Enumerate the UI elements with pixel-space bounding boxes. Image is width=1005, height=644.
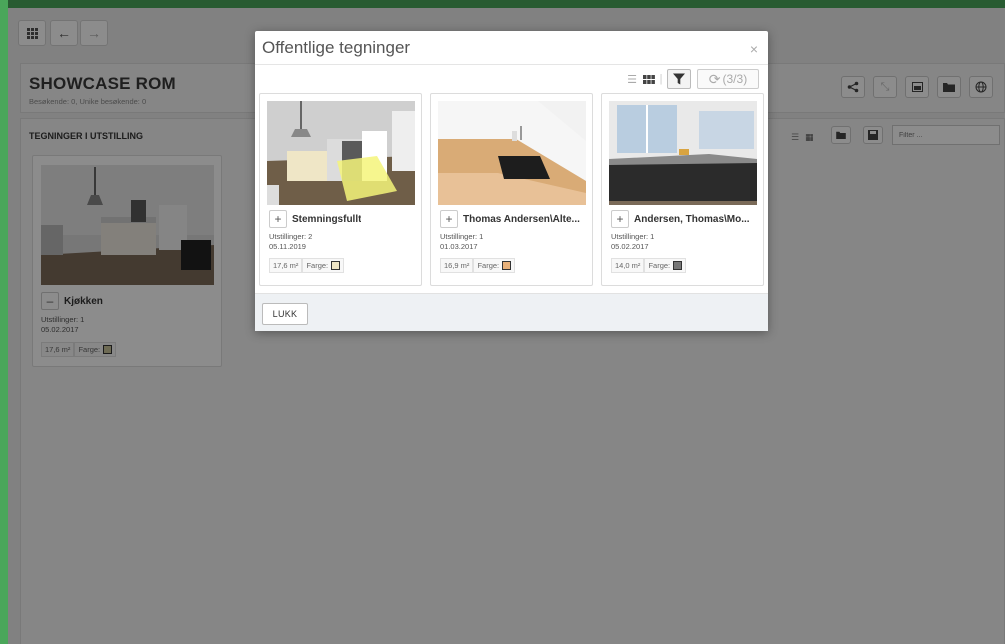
card-name: Thomas Andersen\Alte... — [463, 213, 580, 225]
card-title-row: + Thomas Andersen\Alte... — [440, 210, 580, 228]
area-tag: 14,0 m² — [611, 258, 645, 273]
refresh-button[interactable]: ⟳ (3/3) — [697, 69, 759, 89]
area-value: 16,9 m² — [444, 261, 470, 270]
drawing-card[interactable]: + Andersen, Thomas\Mo... Utstillinger: 1… — [601, 93, 764, 286]
refresh-count: (3/3) — [722, 72, 748, 86]
drawing-card[interactable]: + Thomas Andersen\Alte... Utstillinger: … — [430, 93, 593, 286]
card-tags: 17,6 m² Farge: — [269, 258, 345, 273]
card-name: Stemningsfullt — [292, 213, 362, 225]
exhibitions-count: Utstillinger: 1 — [440, 232, 484, 241]
filter-funnel-icon[interactable] — [667, 69, 691, 89]
exhibitions-count: Utstillinger: 2 — [269, 232, 313, 241]
card-meta: Utstillinger: 2 05.11.2019 — [269, 232, 312, 252]
add-button[interactable]: + — [269, 210, 287, 228]
color-tag: Farge: — [302, 258, 345, 273]
dialog-title: Offentlige tegninger — [262, 38, 411, 57]
card-date: 01.03.2017 — [440, 242, 478, 251]
area-tag: 16,9 m² — [440, 258, 474, 273]
area-value: 14,0 m² — [615, 261, 641, 270]
add-button[interactable]: + — [611, 210, 629, 228]
color-tag: Farge: — [644, 258, 687, 273]
public-drawings-dialog: Offentlige tegninger × ☰ | ⟳ (3/3) + Ste… — [255, 31, 768, 331]
grid-view-icon[interactable] — [641, 69, 657, 89]
card-title-row: + Stemningsfullt — [269, 210, 361, 228]
color-tag: Farge: — [473, 258, 516, 273]
card-tags: 16,9 m² Farge: — [440, 258, 516, 273]
refresh-icon: ⟳ — [708, 70, 721, 87]
add-button[interactable]: + — [440, 210, 458, 228]
card-name: Andersen, Thomas\Mo... — [634, 213, 750, 225]
color-label: Farge: — [648, 261, 671, 270]
close-button[interactable]: LUKK — [262, 303, 308, 325]
drawing-thumbnail[interactable] — [609, 101, 757, 205]
area-tag: 17,6 m² — [269, 258, 303, 273]
card-meta: Utstillinger: 1 05.02.2017 — [611, 232, 654, 252]
color-swatch — [502, 261, 512, 270]
color-label: Farge: — [306, 261, 329, 270]
close-icon[interactable]: × — [750, 41, 758, 57]
drawing-thumbnail[interactable] — [438, 101, 586, 205]
window-border — [0, 0, 8, 644]
color-label: Farge: — [477, 261, 500, 270]
area-value: 17,6 m² — [273, 261, 299, 270]
card-tags: 14,0 m² Farge: — [611, 258, 687, 273]
card-title-row: + Andersen, Thomas\Mo... — [611, 210, 750, 228]
divider — [255, 64, 768, 65]
drawing-thumbnail[interactable] — [267, 101, 415, 205]
card-date: 05.02.2017 — [611, 242, 649, 251]
color-swatch — [331, 261, 341, 270]
list-view-icon[interactable]: ☰ — [625, 69, 639, 89]
drawing-card[interactable]: + Stemningsfullt Utstillinger: 2 05.11.2… — [259, 93, 422, 286]
color-swatch — [673, 261, 683, 270]
card-date: 05.11.2019 — [269, 242, 306, 251]
card-meta: Utstillinger: 1 01.03.2017 — [440, 232, 483, 252]
exhibitions-count: Utstillinger: 1 — [611, 232, 655, 241]
toolbar-divider: | — [659, 73, 663, 85]
dialog-footer: LUKK — [255, 293, 768, 331]
